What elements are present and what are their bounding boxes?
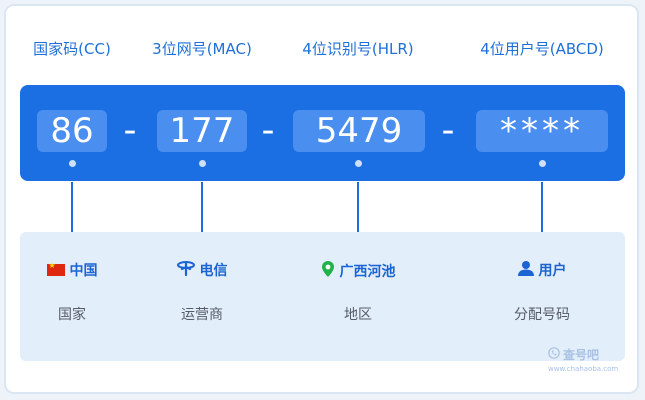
separator: -	[123, 110, 137, 151]
segment-country-code: 86	[37, 110, 107, 152]
header-network-code: 3位网号(MAC)	[152, 40, 252, 58]
segment-headers: 国家码(CC) 3位网号(MAC) 4位识别号(HLR) 4位用户号(ABCD)	[0, 38, 645, 58]
segment-network-code: 177	[157, 110, 247, 152]
info-panel: 中国 国家 电信 运营商 广西河池 地区	[20, 232, 625, 361]
location-pin-icon	[321, 260, 335, 282]
segment-user-code: ****	[476, 110, 608, 152]
region-description: 地区	[344, 307, 372, 323]
carrier-description: 运营商	[181, 307, 223, 323]
region-label: 广西河池	[339, 264, 396, 280]
connector-line	[201, 182, 203, 232]
country-description: 国家	[58, 307, 86, 323]
watermark-title: 查号吧	[563, 348, 600, 362]
telecom-icon	[176, 260, 195, 280]
watermark: 查号吧 www.chahaoba.com	[548, 346, 628, 373]
connector-dot	[539, 160, 546, 167]
country-label: 中国	[69, 263, 98, 279]
carrier-label: 电信	[199, 263, 228, 279]
number-bar: 86 - 177 - 5479 - ****	[20, 85, 625, 181]
user-description: 分配号码	[514, 307, 570, 323]
segment-hlr-code: 5479	[293, 110, 425, 152]
connector-dot	[199, 160, 206, 167]
connector-line	[357, 182, 359, 232]
connector-line	[71, 182, 73, 232]
separator: -	[441, 110, 455, 151]
header-user-code: 4位用户号(ABCD)	[480, 40, 604, 58]
connector-dot	[355, 160, 362, 167]
header-country-code: 国家码(CC)	[33, 40, 111, 58]
user-icon	[517, 260, 534, 280]
connector-dot	[69, 160, 76, 167]
china-flag-icon	[46, 261, 65, 276]
user-label: 用户	[538, 263, 567, 279]
separator: -	[261, 110, 275, 151]
connector-line	[541, 182, 543, 232]
phone-icon	[548, 347, 560, 362]
header-hlr-code: 4位识别号(HLR)	[302, 40, 414, 58]
watermark-url: www.chahaoba.com	[548, 365, 619, 373]
